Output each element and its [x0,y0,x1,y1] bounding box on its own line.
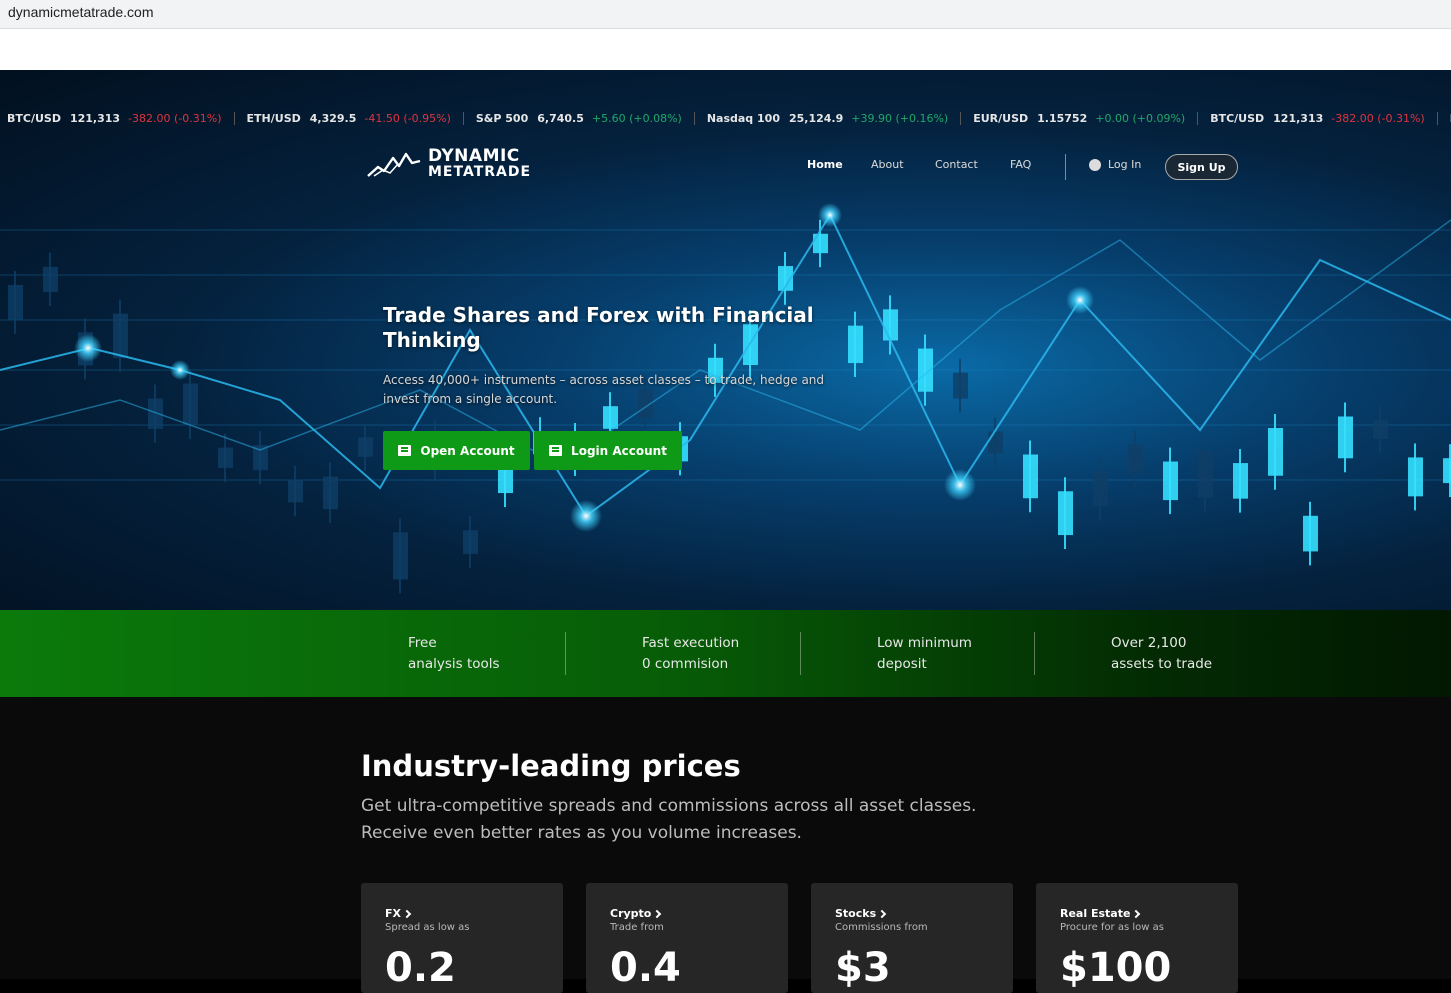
ticker-item: BTC/USD 121,313 -382.00 (-0.31%) [0,112,234,125]
card-subtitle: Procure for as low as [1060,922,1164,933]
feature-line-1: Low minimum [877,635,972,651]
site-logo[interactable]: DYNAMIC METATRADE [366,148,531,180]
logo-mountain-icon [367,152,421,177]
ticker-item: Nasdaq 100 25,124.9 +39.90 (+0.16%) [693,112,960,125]
card-title-text: FX [385,907,401,920]
nav-login-label: Log In [1108,158,1142,171]
url-text[interactable]: dynamicmetatrade.com [8,4,154,20]
card-title[interactable]: Crypto [610,907,662,920]
chevron-right-icon [877,909,887,918]
features-band: Free analysis tools Fast execution 0 com… [0,610,1451,697]
ticker-price: 4,329.5 [309,112,357,125]
nav-login-link[interactable]: Log In [1089,158,1141,171]
ticker-symbol: BTC/USD [1210,112,1265,125]
document-icon [549,445,563,456]
ticker-change: +0.00 (+0.09%) [1095,112,1186,125]
ticker-change: +39.90 (+0.16%) [851,112,949,125]
feature-line-2: 0 commision [642,656,729,672]
ticker-item: EUR/USD 1.15752 +0.00 (+0.09%) [960,112,1197,125]
feature-line-1: Free [408,635,437,651]
card-title-text: Crypto [610,907,652,920]
nav-home[interactable]: Home [807,158,843,171]
card-value: 0.4 [610,945,681,991]
page-top-blank [0,29,1451,70]
chevron-right-icon [402,909,412,918]
ticker-symbol: EUR/USD [973,112,1029,125]
ticker-change: +5.60 (+0.08%) [591,112,682,125]
card-title-text: Stocks [835,907,877,920]
ticker-symbol: ETH/USD [246,112,301,125]
feature-divider [565,632,566,675]
hero-subtitle: Access 40,000+ instruments – across asse… [383,373,825,406]
feature-line-1: Fast execution [642,635,740,651]
feature-line-2: assets to trade [1111,656,1213,672]
nav-divider [1065,154,1066,180]
price-card-fx[interactable]: FX Spread as low as 0.2 [361,883,563,993]
login-account-button[interactable]: Login Account [534,431,682,470]
feature-line-2: analysis tools [408,656,500,672]
ticker-symbol: BTC/USD [7,112,61,125]
user-circle-icon [1089,158,1101,171]
chevron-right-icon [653,909,662,918]
card-title[interactable]: Stocks [835,907,887,920]
ticker-price: 25,124.9 [788,112,844,125]
ticker-item: S&P 500 6,740.5 +5.60 (+0.08%) [462,112,694,125]
browser-url-bar[interactable]: dynamicmetatrade.com [0,0,1451,29]
ticker-track: BTC/USD 121,313 -382.00 (-0.31%) ETH/USD 4,3… [0,112,1451,125]
signup-button[interactable]: Sign Up [1165,154,1238,180]
ticker-symbol: Nasdaq 100 [706,112,780,125]
price-card-crypto[interactable]: Crypto Trade from 0.4 [586,883,788,993]
card-subtitle: Trade from [610,922,664,933]
ticker-item: ETH/USD4,329.5 [1436,112,1451,125]
prices-title: Industry-leading prices [361,749,741,783]
feature-line-2: deposit [877,656,927,672]
ticker-price: 121,313 [1273,112,1324,125]
nav-faq[interactable]: FAQ [1010,158,1031,171]
card-subtitle: Spread as low as [385,922,470,933]
card-subtitle: Commissions from [835,922,928,933]
document-icon [398,445,412,456]
ticker-item: BTC/USD 121,313 -382.00 (-0.31%) [1197,112,1437,125]
ticker-change: -41.50 (-0.95%) [364,112,451,125]
feature-divider [800,632,801,675]
feature-item: Free analysis tools [408,633,500,675]
price-card-stocks[interactable]: Stocks Commissions from $3 [811,883,1013,993]
login-account-label: Login Account [571,443,667,458]
hero-title: Trade Shares and Forex with Financial Th… [383,303,814,352]
nav-about[interactable]: About [871,158,904,171]
logo-text: DYNAMIC METATRADE [428,146,532,181]
feature-item: Fast execution 0 commision [642,633,739,675]
nav-contact[interactable]: Contact [935,158,978,171]
card-value: $100 [1060,945,1172,991]
open-account-button[interactable]: Open Account [383,431,530,470]
card-title-text: Real Estate [1060,907,1131,920]
ticker-price: 1.15752 [1037,112,1088,125]
market-ticker: BTC/USD 121,313 -382.00 (-0.31%) ETH/USD 4,3… [0,99,1451,139]
ticker-item: ETH/USD 4,329.5 -41.50 (-0.95%) [233,112,463,125]
ticker-price: 121,313 [69,112,121,125]
logo-line-2: METATRADE [428,164,532,180]
prices-subtitle: Get ultra-competitive spreads and commis… [361,796,977,843]
card-value: $3 [835,945,891,991]
open-account-label: Open Account [420,443,515,458]
prices-section: Industry-leading prices Get ultra-compet… [0,697,1451,993]
feature-line-1: Over 2,100 [1111,635,1187,651]
feature-item: Low minimum deposit [877,633,972,675]
price-card-real-estate[interactable]: Real Estate Procure for as low as $100 [1036,883,1238,993]
card-title[interactable]: Real Estate [1060,907,1141,920]
card-title[interactable]: FX [385,907,412,920]
card-value: 0.2 [385,945,456,991]
chevron-right-icon [1132,909,1141,918]
ticker-change: -382.00 (-0.31%) [128,112,222,125]
ticker-change: -382.00 (-0.31%) [1331,112,1425,125]
feature-item: Over 2,100 assets to trade [1111,633,1212,675]
ticker-symbol: S&P 500 [475,112,529,125]
feature-divider [1034,632,1035,675]
ticker-price: 6,740.5 [537,112,584,125]
logo-line-1: DYNAMIC [428,146,520,166]
